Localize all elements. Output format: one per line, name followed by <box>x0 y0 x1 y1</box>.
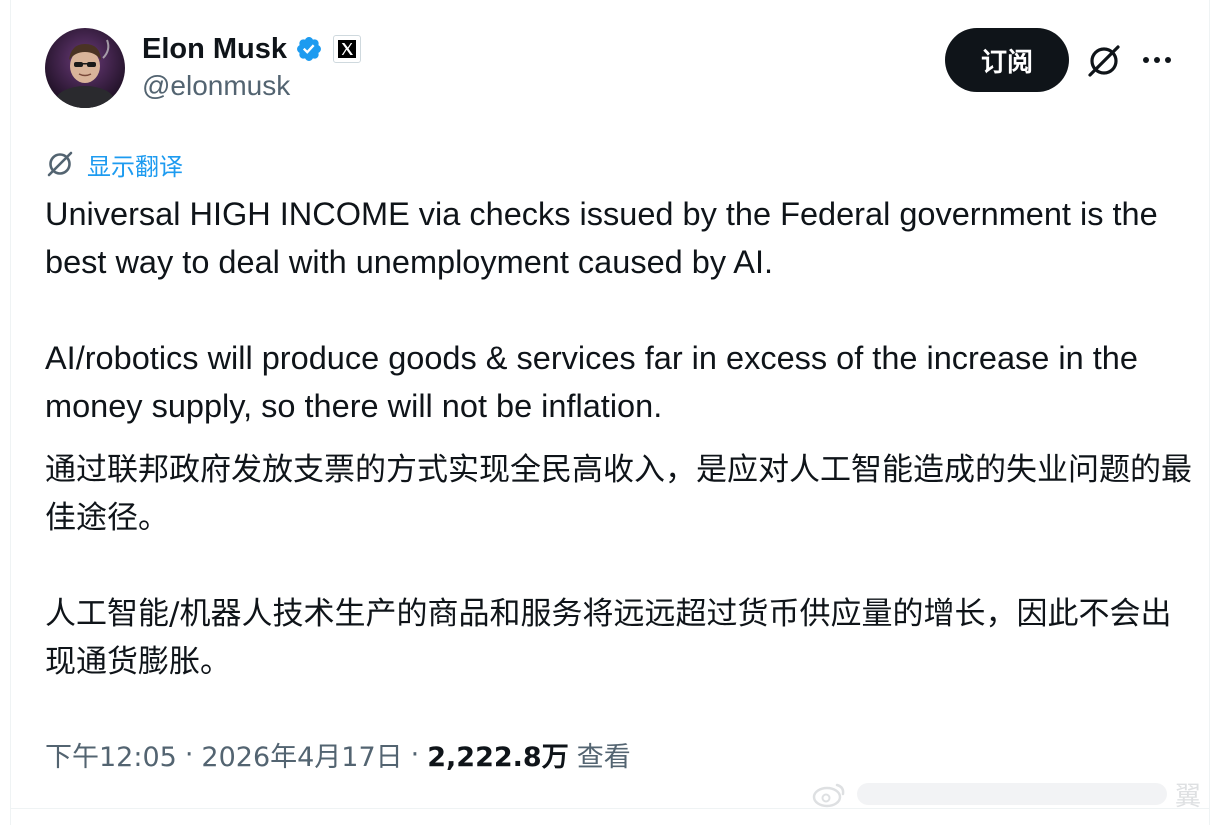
verified-badge-icon[interactable] <box>295 35 323 63</box>
subscribe-button[interactable]: 订阅 <box>945 28 1069 92</box>
tweet-text-english: Universal HIGH INCOME via checks issued … <box>45 190 1195 430</box>
more-dot-icon <box>1154 57 1160 63</box>
tweet-paragraph: Universal HIGH INCOME via checks issued … <box>45 196 1158 280</box>
avatar[interactable] <box>45 28 125 108</box>
views-label: 查看 <box>576 741 631 773</box>
author-handle[interactable]: @elonmusk <box>142 70 290 102</box>
separator: · <box>184 738 194 770</box>
divider <box>11 808 1209 809</box>
views-count: 2,222.8万 <box>427 741 569 773</box>
watermark-bar <box>857 783 1167 805</box>
grok-icon <box>47 151 73 177</box>
grok-icon[interactable] <box>1085 42 1123 80</box>
more-dot-icon <box>1165 57 1171 63</box>
author-name-row: Elon Musk <box>142 30 362 68</box>
author-display-name[interactable]: Elon Musk <box>142 33 287 66</box>
show-translation-label[interactable]: 显示翻译 <box>87 147 183 182</box>
x-logo-icon[interactable] <box>333 35 362 63</box>
more-options-button[interactable] <box>1137 45 1177 75</box>
tweet-card: Elon Musk @elonmusk 订阅 显示翻译 Universal HI… <box>10 0 1210 825</box>
more-dot-icon <box>1143 57 1149 63</box>
tweet-time[interactable]: 下午12:05 <box>45 735 177 774</box>
tweet-text-chinese: 通过联邦政府发放支票的方式实现全民高收入，是应对人工智能造成的失业问题的最佳途径… <box>45 446 1195 686</box>
avatar-image <box>45 28 125 108</box>
tweet-paragraph: 人工智能/机器人技术生产的商品和服务将远远超过货币供应量的增长，因此不会出现通货… <box>45 596 1172 680</box>
tweet-date[interactable]: 2026年4月17日 <box>201 735 402 774</box>
tweet-paragraph: AI/robotics will produce goods & service… <box>45 340 1138 424</box>
watermark-text: 翼 <box>1175 781 1202 812</box>
x-logo-glyph <box>338 40 357 58</box>
tweet-meta: 下午12:05 · 2026年4月17日 · 2,222.8万 查看 <box>45 734 631 774</box>
watermark: 翼 <box>811 772 1211 816</box>
separator: · <box>410 738 420 770</box>
tweet-paragraph: 通过联邦政府发放支票的方式实现全民高收入，是应对人工智能造成的失业问题的最佳途径… <box>45 452 1192 536</box>
show-translation-link[interactable]: 显示翻译 <box>45 146 183 182</box>
weibo-logo-icon <box>812 783 845 808</box>
